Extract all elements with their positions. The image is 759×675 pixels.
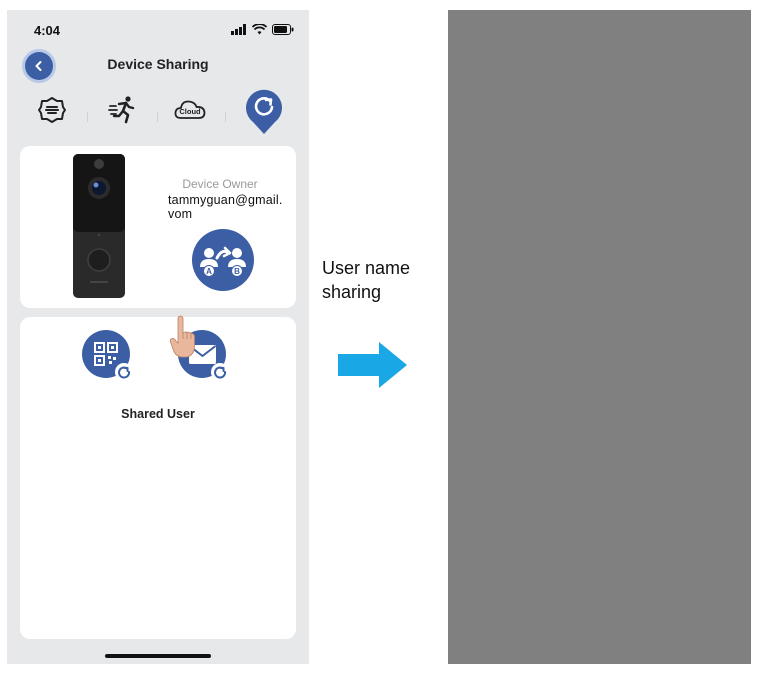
annotation-caption: User name sharing <box>322 256 410 304</box>
device-owner-label: Device Owner <box>182 177 258 191</box>
qr-share-button[interactable] <box>82 330 134 382</box>
transfer-owner-button[interactable]: A B <box>192 229 254 291</box>
battery-icon <box>272 24 294 35</box>
toolbar-divider <box>225 112 226 122</box>
toolbar-divider <box>157 112 158 122</box>
transfer-user-icon: A B <box>200 246 246 277</box>
motion-icon[interactable] <box>97 90 147 130</box>
pointing-hand-icon <box>169 315 195 358</box>
qr-code-icon <box>82 330 133 381</box>
toolbar-divider <box>87 112 88 122</box>
home-indicator <box>105 654 211 658</box>
owner-card: Device Owner tammyguan@gmail.vom A B <box>20 146 296 308</box>
signal-icon <box>231 24 246 35</box>
shared-user-label: Shared User <box>121 407 195 421</box>
share-icon[interactable] <box>239 88 289 136</box>
annotation-line-1: User name <box>322 258 411 278</box>
phone-screen: 4:04 Device Sharing Cloud Device Owner t… <box>7 10 309 664</box>
status-time: 4:04 <box>34 23 61 38</box>
menu-icon[interactable] <box>27 90 77 130</box>
cloud-icon-text: Cloud <box>179 107 201 116</box>
placeholder-panel <box>448 10 751 664</box>
owner-email: tammyguan@gmail.vom <box>168 193 283 221</box>
shared-users-card: Shared User <box>20 315 296 639</box>
toolbar: Cloud <box>31 88 291 142</box>
page-title: Device Sharing <box>107 56 209 72</box>
cloud-icon[interactable]: Cloud <box>165 90 215 130</box>
status-icons <box>231 24 294 35</box>
arrow-right-icon <box>338 342 407 388</box>
wifi-icon <box>252 24 267 35</box>
annotation-line-2: sharing <box>322 282 382 302</box>
doorbell-device-image <box>73 154 125 298</box>
badge-b: B <box>234 267 240 276</box>
badge-a: A <box>206 267 212 276</box>
